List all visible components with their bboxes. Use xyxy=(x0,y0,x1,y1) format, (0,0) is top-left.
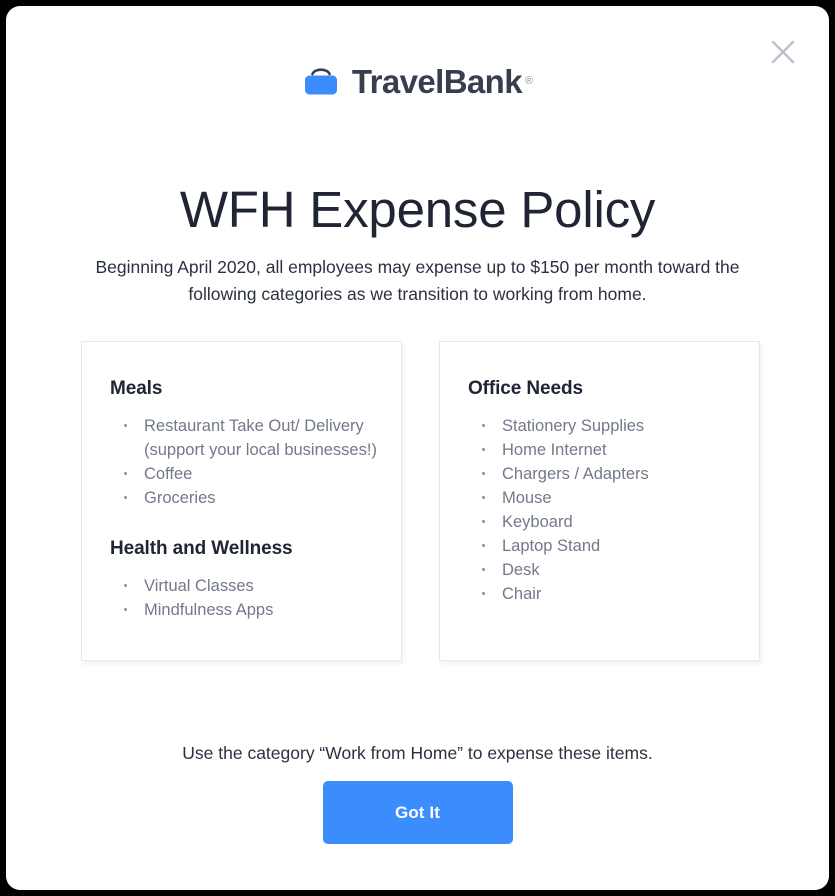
footer-note: Use the category “Work from Home” to exp… xyxy=(182,742,653,763)
list-item: Home Internet xyxy=(468,438,737,462)
category-item-list: Restaurant Take Out/ Delivery (support y… xyxy=(110,414,379,510)
registered-trademark-icon: ® xyxy=(525,74,534,87)
list-item: Coffee xyxy=(110,462,379,486)
list-item: Keyboard xyxy=(468,510,737,534)
category-heading: Meals xyxy=(110,378,163,399)
brand-wordmark: TravelBank xyxy=(351,62,523,100)
list-item: Groceries xyxy=(110,486,379,510)
category-section-office-needs: Office Needs Stationery Supplies Home In… xyxy=(468,378,737,606)
brand-logo: TravelBank ® xyxy=(6,64,829,98)
category-item-list: Virtual Classes Mindfulness Apps xyxy=(110,574,379,622)
left-category-card: Meals Restaurant Take Out/ Delivery (sup… xyxy=(81,341,402,661)
category-section-health-and-wellness: Health and Wellness Virtual Classes Mind… xyxy=(110,538,379,622)
list-item: Mindfulness Apps xyxy=(110,598,379,622)
policy-subtitle: Beginning April 2020, all employees may … xyxy=(95,256,740,304)
cta-container: Got It xyxy=(6,781,829,844)
list-item: Restaurant Take Out/ Delivery (support y… xyxy=(110,414,379,462)
list-item: Mouse xyxy=(468,486,737,510)
list-item: Desk xyxy=(468,558,737,582)
category-item-list: Stationery Supplies Home Internet Charge… xyxy=(468,414,737,606)
briefcase-icon xyxy=(302,64,340,98)
category-heading: Health and Wellness xyxy=(110,538,293,559)
category-section-meals: Meals Restaurant Take Out/ Delivery (sup… xyxy=(110,378,379,510)
got-it-button[interactable]: Got It xyxy=(322,781,513,844)
category-heading: Office Needs xyxy=(468,378,583,399)
list-item: Stationery Supplies xyxy=(468,414,737,438)
list-item: Virtual Classes xyxy=(110,574,379,598)
close-icon xyxy=(769,38,797,66)
list-item: Chargers / Adapters xyxy=(468,462,737,486)
right-category-card: Office Needs Stationery Supplies Home In… xyxy=(439,341,760,661)
list-item: Laptop Stand xyxy=(468,534,737,558)
list-item: Chair xyxy=(468,582,737,606)
page-title: WFH Expense Policy xyxy=(179,181,656,239)
category-card-group: Meals Restaurant Take Out/ Delivery (sup… xyxy=(81,341,760,661)
wfh-expense-policy-modal: TravelBank ® WFH Expense Policy Beginnin… xyxy=(6,6,829,890)
